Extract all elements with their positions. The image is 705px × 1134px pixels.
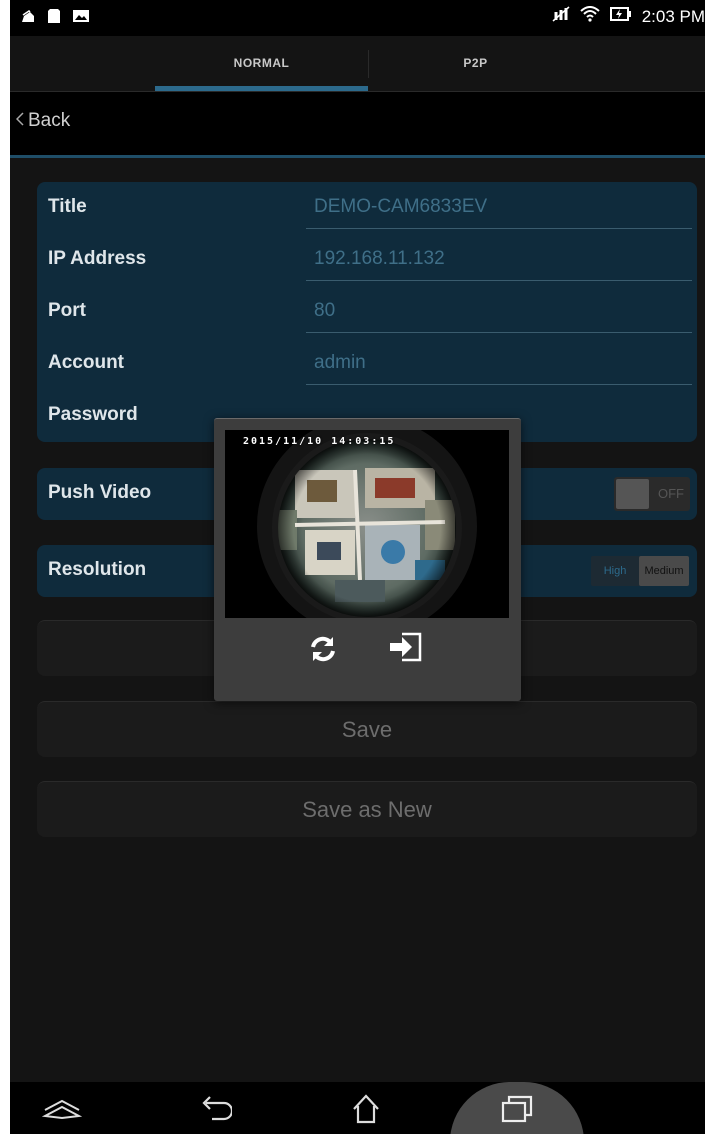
- field-underline: [306, 228, 692, 229]
- sd-card-icon: [46, 8, 62, 24]
- wifi-icon: [580, 6, 600, 27]
- refresh-icon[interactable]: [306, 632, 340, 666]
- header-bar: Back: [10, 92, 705, 156]
- back-label: Back: [28, 110, 71, 131]
- account-row: Account admin: [37, 338, 697, 390]
- back-button[interactable]: Back: [15, 110, 71, 132]
- notification-icon: [20, 8, 36, 24]
- title-row: Title DEMO-CAM6833EV: [37, 182, 697, 234]
- chevron-left-icon: [15, 112, 24, 130]
- port-field[interactable]: 80: [314, 300, 335, 322]
- save-button[interactable]: Save: [37, 701, 697, 757]
- push-video-toggle[interactable]: OFF: [614, 477, 690, 511]
- battery-charging-icon: [609, 6, 632, 27]
- tab-bar: NORMAL P2P: [10, 36, 705, 92]
- tab-p2p[interactable]: P2P: [369, 36, 582, 92]
- resolution-high-option[interactable]: High: [591, 556, 639, 586]
- field-underline: [306, 280, 692, 281]
- camera-preview-popup: 2015/11/10 14:03:15: [214, 418, 521, 701]
- camera-settings-form: Title DEMO-CAM6833EV IP Address 192.168.…: [37, 182, 697, 442]
- port-row: Port 80: [37, 286, 697, 338]
- data-off-icon: [552, 6, 570, 27]
- ip-address-label: IP Address: [48, 248, 147, 269]
- recent-apps-icon[interactable]: [491, 1088, 543, 1130]
- ip-address-field[interactable]: 192.168.11.132: [314, 248, 445, 270]
- ip-address-row: IP Address 192.168.11.132: [37, 234, 697, 286]
- status-time: 2:03 PM: [641, 6, 705, 26]
- field-underline: [306, 384, 692, 385]
- preview-timestamp: 2015/11/10 14:03:15: [243, 436, 396, 447]
- field-underline: [306, 332, 692, 333]
- push-video-label: Push Video: [48, 482, 152, 503]
- navigation-bar: [10, 1082, 705, 1134]
- exit-icon[interactable]: [386, 630, 426, 664]
- home-icon[interactable]: [340, 1088, 392, 1130]
- save-as-new-button[interactable]: Save as New: [37, 781, 697, 837]
- image-icon: [72, 8, 89, 24]
- resolution-selector: High Medium: [591, 556, 689, 586]
- back-icon[interactable]: [190, 1088, 242, 1130]
- camera-preview-image: 2015/11/10 14:03:15: [225, 430, 509, 618]
- app-screen: 2:03 PM NORMAL P2P Back Title DEMO-CAM68…: [10, 0, 705, 1134]
- port-label: Port: [48, 300, 86, 321]
- resolution-medium-option[interactable]: Medium: [639, 556, 689, 586]
- account-label: Account: [48, 352, 124, 373]
- toggle-knob: [616, 479, 649, 509]
- title-field[interactable]: DEMO-CAM6833EV: [314, 196, 487, 218]
- menu-icon[interactable]: [36, 1088, 88, 1130]
- resolution-label: Resolution: [48, 559, 147, 580]
- password-label: Password: [48, 404, 138, 425]
- title-label: Title: [48, 196, 87, 217]
- account-field[interactable]: admin: [314, 352, 366, 374]
- toggle-state-label: OFF: [658, 486, 684, 501]
- tab-normal[interactable]: NORMAL: [155, 36, 368, 92]
- status-bar: 2:03 PM: [10, 0, 705, 36]
- header-divider: [10, 155, 705, 158]
